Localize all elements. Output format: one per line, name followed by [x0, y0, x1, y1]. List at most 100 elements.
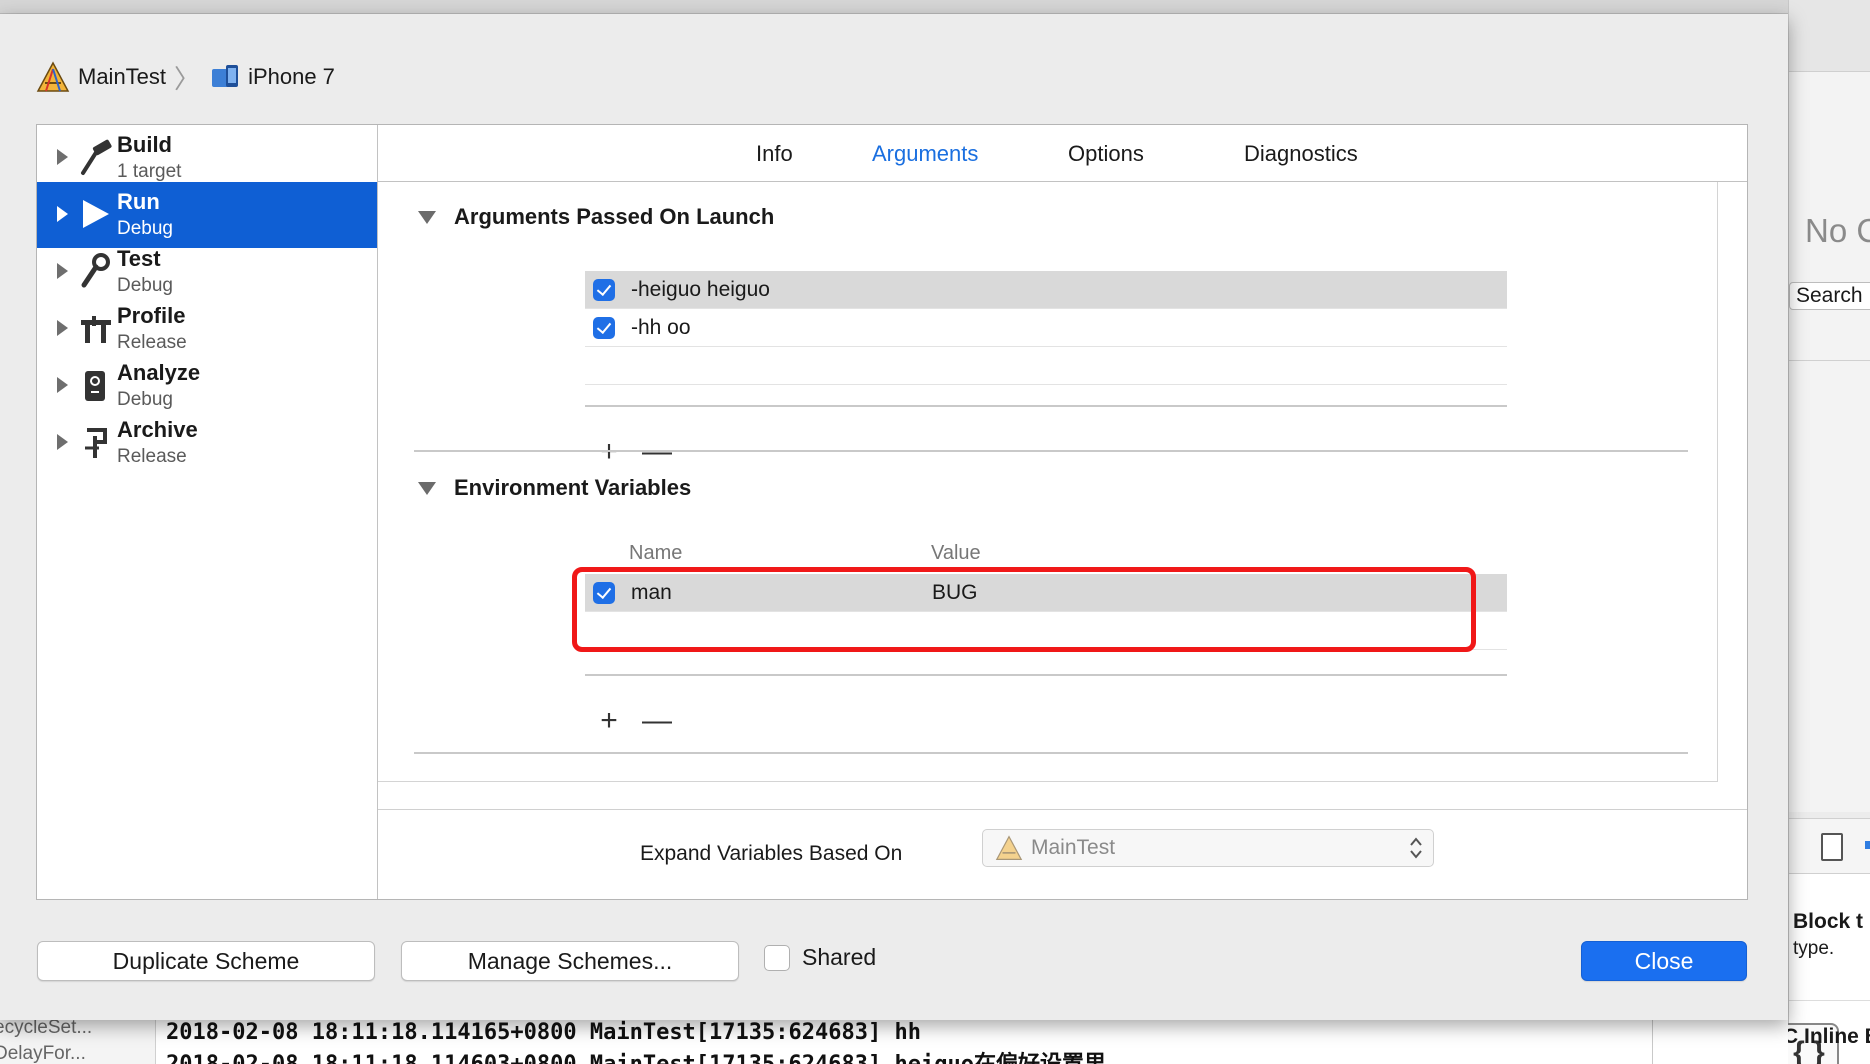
- up-down-arrows-icon: [1410, 837, 1422, 859]
- table-row[interactable]: -hh oo: [585, 309, 1507, 347]
- archive-clamp-icon: [85, 428, 107, 458]
- file-template-icon[interactable]: [1821, 833, 1843, 861]
- expand-variables-popup[interactable]: MainTest: [982, 829, 1434, 867]
- expand-variables-value: MainTest: [1031, 836, 1116, 859]
- divider: [1789, 360, 1870, 361]
- sidebar-item-subtitle: Debug: [117, 218, 173, 239]
- sidebar-item-subtitle: Debug: [117, 275, 173, 296]
- hammer-icon: [81, 139, 112, 175]
- library-item-title: C Inline B: [1783, 1025, 1870, 1048]
- breadcrumb-device[interactable]: iPhone 7: [248, 64, 335, 90]
- analyze-icon: [85, 371, 105, 401]
- table-row[interactable]: -heiguo heiguo: [585, 271, 1507, 309]
- sidebar-item-subtitle: Release: [117, 332, 187, 353]
- manage-schemes-button[interactable]: Manage Schemes...: [401, 941, 739, 981]
- simulator-device-icon: [212, 65, 239, 87]
- remove-variable-button[interactable]: —: [633, 706, 681, 736]
- arguments-content[interactable]: Arguments Passed On Launch -heiguo heigu…: [378, 182, 1718, 782]
- checkbox-box[interactable]: [764, 944, 790, 971]
- add-argument-button[interactable]: +: [585, 437, 633, 467]
- sidebar-item-subtitle: Debug: [117, 389, 173, 410]
- disclosure-triangle-icon[interactable]: [57, 434, 68, 450]
- library-item[interactable]: Block t type.: [1789, 874, 1870, 1000]
- disclosure-triangle-icon[interactable]: [57, 206, 68, 222]
- table-row: [585, 347, 1507, 385]
- shared-label: Shared: [802, 944, 877, 970]
- disclosure-triangle-icon[interactable]: [418, 481, 436, 495]
- breadcrumb-project[interactable]: MainTest: [78, 64, 166, 90]
- tab-diagnostics[interactable]: Diagnostics: [1244, 141, 1358, 167]
- library-toolbar: [1789, 818, 1870, 874]
- console-line: 2018-02-08 18:11:18.114165+0800 MainTest…: [166, 1020, 921, 1045]
- wrench-icon: [81, 253, 110, 288]
- disclosure-triangle-icon[interactable]: [57, 377, 68, 393]
- sidebar-item-title: Analyze: [117, 360, 201, 385]
- code-snippet-icon[interactable]: [1865, 841, 1870, 849]
- sidebar-item-title: Build: [117, 132, 172, 157]
- xcode-app-icon: [995, 835, 1023, 860]
- enabled-checkbox[interactable]: [593, 279, 615, 301]
- section-divider: [414, 450, 1688, 452]
- table-bottom-border: [585, 674, 1507, 676]
- sidebar-item-subtitle: 1 target: [117, 161, 182, 182]
- library-item-title: Block t: [1793, 910, 1864, 933]
- duplicate-scheme-button[interactable]: Duplicate Scheme: [37, 941, 375, 981]
- column-header-value[interactable]: Value: [931, 542, 981, 565]
- background-toolbar: [1789, 0, 1870, 72]
- sidebar-item-title: Test: [117, 246, 161, 271]
- sidebar-item-subtitle: Release: [117, 446, 187, 467]
- tab-options[interactable]: Options: [1068, 141, 1144, 167]
- section-title: Arguments Passed On Launch: [454, 204, 775, 229]
- sidebar-item-title: Profile: [117, 303, 186, 328]
- background-debug-area: ecycleSet... DelayFor... 2018-02-08 18:1…: [0, 1016, 1788, 1064]
- divider: [1652, 1017, 1653, 1064]
- add-remove-controls: + —: [585, 437, 681, 467]
- library-item-desc: type.: [1793, 938, 1835, 959]
- add-remove-controls: + —: [585, 706, 681, 736]
- no-content-label: No C: [1805, 212, 1870, 249]
- argument-text[interactable]: -heiguo heiguo: [631, 278, 770, 302]
- list-item[interactable]: ecycleSet...: [0, 1017, 92, 1039]
- console-line: 2018-02-08 18:11:18.114603+0800 MainTest…: [166, 1049, 1788, 1064]
- arguments-section-header[interactable]: Arguments Passed On Launch: [418, 204, 774, 230]
- sidebar-item-title: Run: [117, 189, 160, 214]
- section-divider: [414, 752, 1688, 754]
- background-utilities-pane: No C Search Block t type. { } C Inline B: [1779, 0, 1870, 1064]
- list-item[interactable]: DelayFor...: [0, 1043, 86, 1064]
- disclosure-triangle-icon[interactable]: [57, 149, 68, 165]
- chevron-right-icon: 〉: [174, 63, 201, 94]
- breadcrumb: MainTest 〉 iPhone 7: [36, 60, 335, 94]
- variables-list: ecycleSet... DelayFor...: [0, 1017, 156, 1064]
- scheme-action-list: Build 1 target Run Debug Test Debug Prof…: [37, 125, 378, 899]
- scheme-editor-panel: Build 1 target Run Debug Test Debug Prof…: [36, 124, 1748, 900]
- expand-variables-label: Expand Variables Based On: [640, 842, 903, 865]
- scheme-tab-bar: Info Arguments Options Diagnostics: [378, 125, 1747, 182]
- remove-argument-button[interactable]: —: [633, 437, 681, 467]
- column-header-name[interactable]: Name: [629, 542, 682, 565]
- scheme-editor-sheet: MainTest 〉 iPhone 7 Build 1 target Run D…: [0, 14, 1788, 1020]
- console-output[interactable]: 2018-02-08 18:11:18.114165+0800 MainTest…: [166, 1017, 1788, 1064]
- disclosure-triangle-icon[interactable]: [57, 263, 68, 279]
- close-button[interactable]: Close: [1581, 941, 1747, 981]
- argument-text[interactable]: -hh oo: [631, 316, 691, 340]
- add-variable-button[interactable]: +: [585, 706, 633, 736]
- tab-info[interactable]: Info: [756, 141, 793, 167]
- background-inspector: No C Search: [1789, 72, 1870, 812]
- sidebar-item-title: Archive: [117, 417, 198, 442]
- play-icon: [83, 200, 109, 228]
- sidebar-item-archive[interactable]: Archive Release: [37, 410, 377, 476]
- background-title-bar: [0, 0, 1870, 14]
- environment-section-header[interactable]: Environment Variables: [418, 475, 691, 501]
- library-item[interactable]: { } C Inline B: [1779, 1000, 1870, 1064]
- tab-arguments[interactable]: Arguments: [872, 141, 978, 167]
- search-button[interactable]: Search: [1789, 282, 1870, 310]
- shared-checkbox[interactable]: Shared: [764, 944, 876, 971]
- highlight-annotation: [572, 567, 1476, 652]
- xcode-app-icon: [36, 61, 70, 92]
- disclosure-triangle-icon[interactable]: [57, 320, 68, 336]
- enabled-checkbox[interactable]: [593, 317, 615, 339]
- table-bottom-border: [585, 405, 1507, 407]
- expand-variables-row: Expand Variables Based On MainTest: [378, 809, 1747, 897]
- disclosure-triangle-icon[interactable]: [418, 210, 436, 224]
- section-title: Environment Variables: [454, 475, 692, 500]
